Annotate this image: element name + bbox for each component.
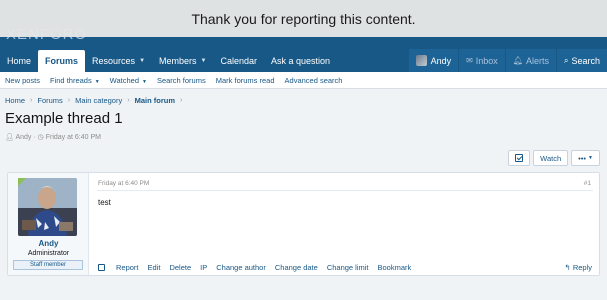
delete-link[interactable]: Delete [169, 263, 191, 272]
avatar-photo [18, 178, 77, 236]
subnav-mark-forums-read[interactable]: Mark forums read [216, 76, 275, 85]
change-author-link[interactable]: Change author [216, 263, 266, 272]
post-username[interactable]: Andy [8, 239, 89, 248]
chevron-right-icon: › [30, 97, 33, 104]
user-icon: 👤︎ [5, 134, 14, 141]
chevron-down-icon[interactable]: ▼ [201, 58, 207, 64]
sub-nav: New posts Find threads ▼ Watched ▼ Search … [0, 72, 607, 89]
online-indicator [18, 178, 26, 186]
checkbox-icon [515, 154, 524, 162]
post: Andy Administrator Staff member Friday a… [7, 172, 600, 276]
post-actions: Report Edit Delete IP Change author Chan… [98, 263, 420, 272]
thread-author[interactable]: Andy [15, 134, 31, 141]
tab-calendar[interactable]: Calendar [213, 49, 264, 72]
account-name: Andy [430, 55, 452, 66]
bookmark-link[interactable]: Bookmark [378, 263, 412, 272]
change-limit-link[interactable]: Change limit [327, 263, 369, 272]
search-button[interactable]: ⌕ Search [556, 49, 607, 72]
tab-resources-label: Resources [92, 55, 136, 66]
account-menu[interactable]: Andy [408, 49, 459, 72]
staff-badge: Staff member [13, 260, 83, 270]
ip-link[interactable]: IP [200, 263, 207, 272]
account-nav: Andy ✉ Inbox 🔔︎ Alerts ⌕ Search [408, 49, 607, 72]
subnav-find-threads-label: Find threads [50, 75, 92, 85]
thread-meta: 👤︎ Andy · ◷ Friday at 6:40 PM [5, 133, 101, 141]
avatar[interactable] [18, 178, 77, 236]
subnav-advanced-search[interactable]: Advanced search [285, 76, 343, 85]
chevron-right-icon: › [67, 97, 71, 104]
tab-resources[interactable]: Resources ▼ [85, 49, 152, 72]
thread-date[interactable]: Friday at 6:40 PM [46, 134, 101, 141]
select-post-checkbox[interactable] [98, 264, 105, 271]
more-options-button[interactable]: ••• ▼ [571, 150, 600, 166]
inbox-button[interactable]: ✉ Inbox [459, 49, 505, 72]
post-number[interactable]: #1 [584, 180, 591, 187]
reply-label: Reply [572, 263, 592, 272]
inbox-label: Inbox [475, 55, 498, 66]
search-label: Search [571, 55, 600, 66]
inbox-icon: ✉ [466, 56, 473, 65]
alerts-label: Alerts [525, 55, 549, 66]
avatar [415, 55, 427, 66]
breadcrumb-home[interactable]: Home [5, 96, 25, 105]
notice-text: Thank you for reporting this content. [191, 10, 416, 27]
watch-button[interactable]: Watch [533, 150, 569, 166]
subnav-find-threads[interactable]: Find threads ▼ [50, 76, 100, 85]
search-icon: ⌕ [563, 55, 569, 65]
subnav-watched-label: Watched [109, 75, 139, 85]
breadcrumb: Home › Forums › Main category › Main for… [5, 96, 187, 105]
chevron-down-icon: ▼ [588, 155, 593, 161]
report-confirmation-notice: Thank you for reporting this content. [0, 0, 607, 37]
select-thread-button[interactable] [508, 150, 531, 166]
meta-separator: · [33, 134, 36, 141]
post-body: test [98, 198, 111, 207]
edit-link[interactable]: Edit [148, 263, 161, 272]
reply-button[interactable]: ↰ Reply [564, 263, 592, 272]
subnav-new-posts[interactable]: New posts [5, 76, 40, 85]
chevron-right-icon: › [127, 97, 130, 104]
subnav-search-forums[interactable]: Search forums [157, 76, 206, 85]
chevron-down-icon[interactable]: ▼ [139, 58, 145, 64]
main-nav: Home Forums Resources ▼ Members ▼ Calendar… [0, 49, 607, 72]
chevron-down-icon: ▼ [142, 78, 147, 85]
thread-actions: Watch ••• ▼ [505, 150, 600, 166]
report-link[interactable]: Report [116, 263, 139, 272]
post-date[interactable]: Friday at 6:40 PM [98, 180, 149, 187]
tab-ask-a-question[interactable]: Ask a question [264, 49, 337, 72]
tab-forums[interactable]: Forums [38, 50, 86, 72]
breadcrumb-main-category[interactable]: Main category [75, 96, 122, 105]
more-icon: ••• [578, 153, 587, 163]
page-title: Example thread 1 [5, 110, 123, 127]
post-user-title: Administrator [27, 250, 70, 257]
breadcrumb-forums[interactable]: Forums [37, 96, 62, 105]
change-date-link[interactable]: Change date [275, 263, 318, 272]
clock-icon: ◷ [37, 134, 44, 141]
bell-icon: 🔔︎ [512, 56, 523, 65]
reply-icon: ↰ [564, 263, 571, 272]
tab-members[interactable]: Members ▼ [152, 49, 213, 72]
post-user-column: Andy Administrator Staff member [8, 173, 89, 275]
tab-members-label: Members [159, 55, 197, 66]
breadcrumb-main-forum[interactable]: Main forum [135, 96, 175, 105]
subnav-watched[interactable]: Watched ▼ [110, 76, 147, 85]
divider [97, 190, 593, 191]
chevron-down-icon: ▼ [94, 78, 100, 85]
tab-home[interactable]: Home [0, 49, 38, 72]
chevron-right-icon: › [180, 97, 183, 104]
alerts-button[interactable]: 🔔︎ Alerts [505, 49, 556, 72]
